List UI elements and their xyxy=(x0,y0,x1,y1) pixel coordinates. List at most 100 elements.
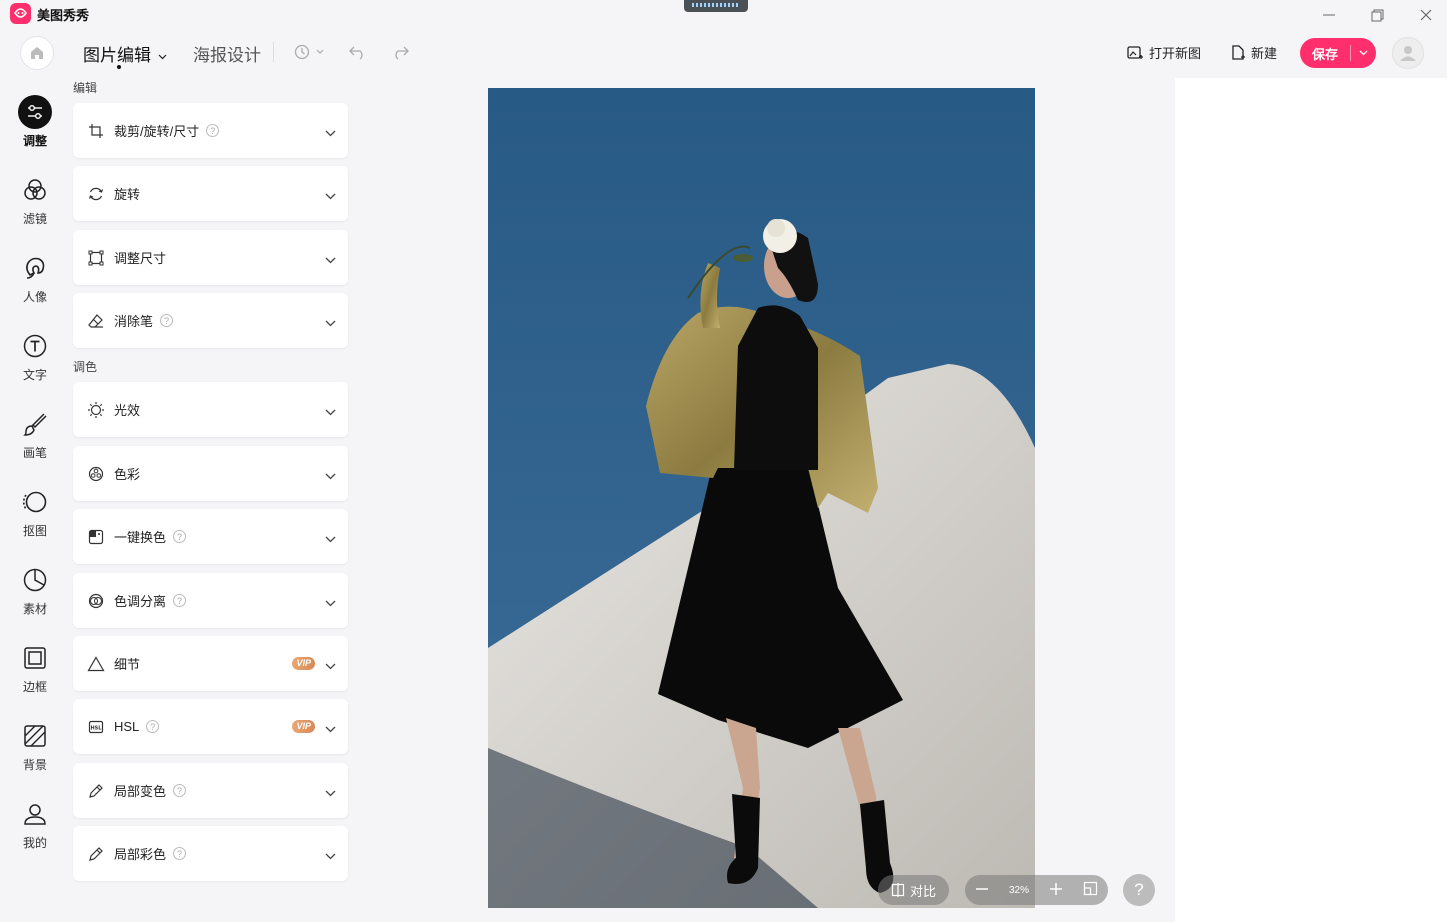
help-icon[interactable]: ? xyxy=(173,784,187,797)
rail-item-text[interactable]: 文字 xyxy=(0,329,70,399)
history-button[interactable] xyxy=(293,43,327,64)
hsl-icon: HSL xyxy=(87,718,105,736)
zoom-out-button[interactable] xyxy=(975,882,989,899)
home-button[interactable] xyxy=(20,36,54,70)
minus-icon xyxy=(976,887,988,890)
tool-label: HSL xyxy=(114,719,140,734)
tool-split-tone[interactable]: 色调分离 ? xyxy=(73,573,348,628)
text-icon xyxy=(18,329,52,363)
rail-item-cutout[interactable]: 抠图 xyxy=(0,485,70,555)
open-new-image-button[interactable]: 打开新图 xyxy=(1126,43,1201,62)
restore-icon[interactable] xyxy=(1368,6,1386,24)
rail-label: 抠图 xyxy=(22,524,47,538)
palette-icon xyxy=(87,465,105,483)
tool-detail[interactable]: 细节 VIP xyxy=(73,636,348,691)
save-options-dropdown[interactable] xyxy=(1351,50,1376,56)
rail-label: 调整 xyxy=(22,134,47,148)
rail-item-background[interactable]: 背景 xyxy=(0,719,70,789)
tool-label: 细节 xyxy=(114,657,141,672)
tool-hsl[interactable]: HSL HSL ? VIP xyxy=(73,699,348,754)
new-button[interactable]: 新建 xyxy=(1230,43,1277,62)
title-bar: 美图秀秀 xyxy=(0,0,1447,28)
tool-label: 旋转 xyxy=(114,187,141,202)
vip-badge: VIP xyxy=(292,720,315,733)
rail-label: 我的 xyxy=(22,836,47,850)
close-icon[interactable] xyxy=(1417,6,1435,24)
app-logo-icon xyxy=(10,3,31,24)
rail-item-filter[interactable]: 滤镜 xyxy=(0,173,70,243)
tool-eraser[interactable]: 消除笔 ? xyxy=(73,293,348,348)
tab-poster-design[interactable]: 海报设计 xyxy=(193,41,261,66)
rail-item-sticker[interactable]: 素材 xyxy=(0,563,70,633)
help-icon[interactable]: ? xyxy=(160,314,174,327)
zoom-in-button[interactable] xyxy=(1049,882,1063,899)
avatar[interactable] xyxy=(1392,37,1424,69)
help-button[interactable]: ? xyxy=(1123,874,1155,906)
brush-icon xyxy=(18,407,52,441)
detail-icon xyxy=(87,655,105,673)
frame-icon xyxy=(18,641,52,675)
rail-item-frame[interactable]: 边框 xyxy=(0,641,70,711)
rail-item-adjust[interactable]: 调整 xyxy=(0,95,70,165)
tab-image-edit-label: 图片编辑 xyxy=(83,46,151,65)
rail-item-portrait[interactable]: 人像 xyxy=(0,251,70,321)
chevron-down-icon xyxy=(325,785,336,800)
photo-canvas[interactable] xyxy=(488,88,1035,908)
minimize-icon[interactable] xyxy=(1320,6,1338,24)
help-icon[interactable]: ? xyxy=(173,530,187,543)
rail-item-brush[interactable]: 画笔 xyxy=(0,407,70,477)
rail-item-mine[interactable]: 我的 xyxy=(0,797,70,867)
tool-color-swap[interactable]: 一键换色 ? xyxy=(73,509,348,564)
plus-icon xyxy=(1049,882,1062,895)
redo-button[interactable] xyxy=(390,43,410,64)
tool-crop-rotate-size[interactable]: 裁剪/旋转/尺寸 ? xyxy=(73,103,348,158)
chevron-down-icon xyxy=(325,315,336,330)
section-title-color: 调色 xyxy=(73,360,98,374)
zoom-level: 32% xyxy=(1008,884,1029,896)
chevron-down-icon xyxy=(325,125,336,140)
tab-image-edit[interactable]: 图片编辑 xyxy=(83,41,167,69)
window-drag-handle[interactable] xyxy=(684,0,748,12)
chevron-down-icon xyxy=(325,252,336,267)
rail-label: 人像 xyxy=(22,290,47,304)
undo-button[interactable] xyxy=(348,43,368,64)
tool-palette[interactable]: 色彩 xyxy=(73,446,348,501)
tool-local-color-change[interactable]: 局部变色 ? xyxy=(73,763,348,818)
chevron-down-icon xyxy=(325,531,336,546)
cutout-icon xyxy=(18,485,52,519)
tool-label: 裁剪/旋转/尺寸 xyxy=(114,124,200,139)
tool-label: 局部彩色 xyxy=(114,847,167,862)
home-icon xyxy=(31,47,43,59)
zoom-control: 32% xyxy=(965,875,1108,905)
tool-local-color-paint[interactable]: 局部彩色 ? xyxy=(73,826,348,881)
fit-screen-icon xyxy=(1083,881,1098,896)
help-icon[interactable]: ? xyxy=(206,124,220,137)
save-button[interactable]: 保存 xyxy=(1300,38,1376,68)
help-icon[interactable]: ? xyxy=(173,847,187,860)
tool-label: 一键换色 xyxy=(114,530,167,545)
new-label: 新建 xyxy=(1251,46,1278,61)
compare-button[interactable]: 对比 xyxy=(878,875,949,905)
tool-rotate[interactable]: 旋转 xyxy=(73,166,348,221)
tool-label: 色彩 xyxy=(114,467,141,482)
rail-label: 文字 xyxy=(22,368,47,382)
section-title-edit: 编辑 xyxy=(73,81,98,95)
chevron-down-icon xyxy=(1359,50,1368,56)
tool-label: 光效 xyxy=(114,403,141,418)
sliders-icon xyxy=(18,95,52,129)
help-icon[interactable]: ? xyxy=(146,720,160,733)
history-icon xyxy=(294,44,324,60)
save-label: 保存 xyxy=(1311,46,1338,62)
tool-label: 调整尺寸 xyxy=(114,251,167,266)
new-file-icon xyxy=(1232,44,1245,60)
tool-label: 色调分离 xyxy=(114,594,167,609)
tool-light[interactable]: 光效 xyxy=(73,382,348,437)
chevron-down-icon xyxy=(325,595,336,610)
chevron-down-icon xyxy=(325,404,336,419)
fit-screen-button[interactable] xyxy=(1083,881,1098,899)
tool-resize[interactable]: 调整尺寸 xyxy=(73,230,348,285)
local-color-icon xyxy=(87,782,105,800)
user-avatar-icon xyxy=(1400,46,1416,61)
help-icon[interactable]: ? xyxy=(173,594,187,607)
rail-label: 边框 xyxy=(22,680,47,694)
